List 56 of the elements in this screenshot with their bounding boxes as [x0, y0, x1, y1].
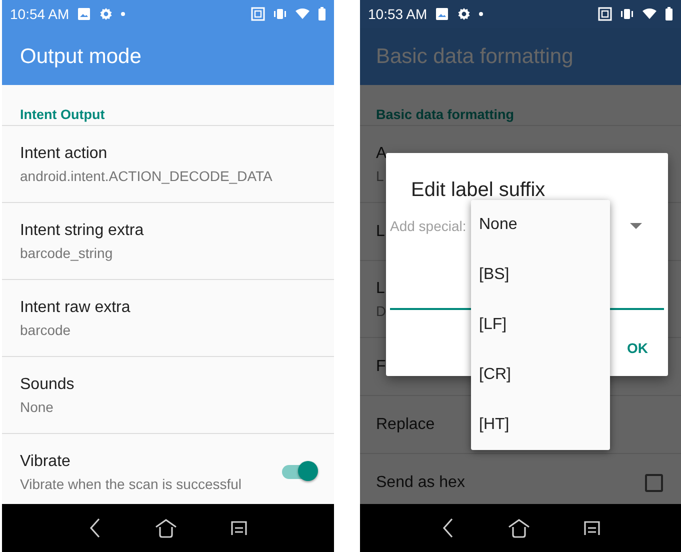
recents-icon: [582, 520, 600, 536]
wifi-icon: [642, 8, 657, 20]
home-icon: [154, 518, 178, 538]
preference-title: Intent raw extra: [20, 298, 130, 318]
wifi-icon: [295, 8, 310, 20]
preference-title: L: [376, 278, 386, 298]
app-bar-title: Basic data formatting: [360, 28, 681, 85]
preference-title: F: [376, 356, 386, 376]
dot-icon: [479, 12, 484, 16]
preference-title: Vibrate: [20, 452, 72, 472]
back-icon: [88, 517, 102, 539]
image-icon: [435, 7, 450, 21]
preference-title: L: [376, 222, 385, 242]
dropdown-option[interactable]: [CR]: [471, 350, 610, 400]
dropdown-option[interactable]: None: [471, 200, 610, 250]
dialog-title: Edit label suffix: [411, 178, 546, 203]
status-time: 10:53 AM: [368, 4, 428, 24]
preference-summary: android.intent.ACTION_DECODE_DATA: [20, 166, 272, 186]
vibrate-icon: [620, 8, 634, 20]
preference-summary: None: [20, 398, 54, 416]
category-header: Intent Output: [19, 106, 106, 124]
nfc-icon: [251, 7, 265, 21]
image-icon: [77, 7, 92, 21]
preference-summary: barcode: [20, 320, 72, 340]
category-header: Basic data formatting: [375, 106, 516, 124]
preference-row[interactable]: Sounds None: [2, 356, 334, 433]
checkbox[interactable]: [645, 474, 663, 492]
back-icon: [440, 517, 454, 539]
field-label: Add special:: [390, 217, 466, 236]
dropdown-option[interactable]: [HT]: [471, 400, 610, 450]
home-icon: [506, 518, 530, 538]
preference-summary: Vibrate when the scan is successful: [20, 474, 242, 494]
vibrate-icon: [273, 8, 287, 20]
preference-title: Sounds: [20, 374, 74, 394]
preference-row[interactable]: Intent action android.intent.ACTION_DECODE_DATA: [2, 125, 334, 202]
nfc-icon: [598, 7, 612, 21]
ok-button[interactable]: OK: [623, 336, 652, 361]
preference-title: Intent string extra: [20, 220, 144, 240]
dropdown-option[interactable]: [LF]: [471, 300, 610, 350]
status-time: 10:54 AM: [10, 4, 70, 24]
recents-icon: [230, 520, 248, 536]
preference-title: Send as hex: [376, 472, 465, 492]
dot-icon: [121, 12, 126, 16]
preference-row[interactable]: Intent string extra barcode_string: [2, 202, 334, 279]
battery-icon: [318, 7, 326, 21]
preference-row[interactable]: Intent raw extra barcode: [2, 279, 334, 356]
preference-title: Replace: [376, 414, 435, 434]
preference-title: Intent action: [20, 144, 108, 164]
preference-summary: barcode_string: [20, 244, 114, 263]
preference-title: A: [376, 144, 387, 164]
battery-icon: [665, 7, 673, 21]
app-bar-title: Output mode: [2, 28, 334, 85]
caret-icon: [630, 223, 642, 229]
dropdown-option[interactable]: [BS]: [471, 250, 610, 300]
settings-icon: [99, 7, 114, 21]
settings-icon: [457, 7, 472, 21]
